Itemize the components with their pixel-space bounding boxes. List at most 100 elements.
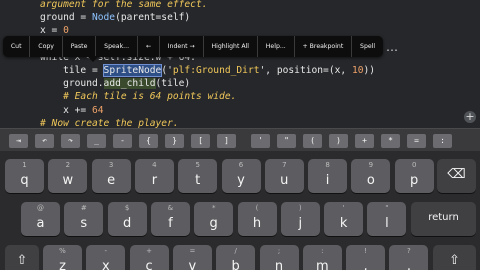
key-secondary-label: $: [124, 204, 130, 212]
menu-item-help[interactable]: Help...: [258, 36, 295, 57]
key-o[interactable]: 9o: [351, 159, 391, 193]
extra-key-colon[interactable]: :: [433, 134, 452, 148]
code-line[interactable]: # Now create the player.: [40, 117, 179, 128]
key-y[interactable]: 6y: [221, 159, 261, 193]
key-h[interactable]: (h: [237, 202, 277, 236]
menu-item-unindent[interactable]: ←: [138, 36, 160, 57]
code-token: add_child: [103, 78, 156, 90]
menu-item-speak[interactable]: Speak...: [96, 36, 138, 57]
key-primary-label: c: [145, 259, 153, 270]
key-j[interactable]: ) j: [280, 202, 320, 236]
key-q[interactable]: 1q: [5, 159, 44, 193]
extra-key-right-bracket[interactable]: ]: [217, 134, 236, 148]
extra-key-minus[interactable]: -: [113, 134, 132, 148]
backspace-key[interactable]: ⌫: [437, 159, 476, 193]
key-d[interactable]: $ d: [107, 202, 147, 236]
key-primary-label: x: [101, 259, 110, 270]
key-c[interactable]: + c: [129, 245, 169, 270]
key-r[interactable]: 4r: [134, 159, 174, 193]
code-token: argument for the same effect.: [40, 0, 208, 10]
key-k[interactable]: ' k: [324, 202, 364, 236]
key-t[interactable]: 5t: [178, 159, 218, 193]
code-line[interactable]: argument for the same effect.: [40, 0, 208, 12]
menu-item-highlight-all[interactable]: Highlight All: [204, 36, 258, 57]
code-line[interactable]: x += 64: [40, 104, 104, 118]
code-editor[interactable]: argument for the same effect. ground = No…: [0, 0, 480, 128]
menu-item-paste[interactable]: Paste: [63, 36, 97, 57]
code-token: ground.: [40, 78, 104, 90]
code-token: x +=: [40, 104, 92, 116]
key-secondary-label: /: [234, 247, 237, 255]
key-secondary-label: (: [255, 204, 259, 212]
key-l[interactable]: " l: [367, 202, 407, 236]
extra-key-plus[interactable]: +: [355, 134, 374, 148]
key-e[interactable]: 3e: [91, 159, 131, 193]
code-token: )): [363, 65, 376, 76]
key-f[interactable]: & f: [150, 202, 190, 236]
key-period[interactable]: ?.: [389, 245, 429, 270]
menu-item-copy[interactable]: Copy: [30, 36, 63, 57]
key-b[interactable]: / b: [216, 245, 256, 270]
code-line[interactable]: ground = Node(parent=self): [40, 11, 190, 25]
extra-key-redo[interactable]: ↷: [61, 134, 80, 148]
return-key[interactable]: return: [411, 202, 476, 236]
extra-key-undo[interactable]: ↶: [35, 134, 54, 148]
key-s[interactable]: # s: [64, 202, 104, 236]
key-g[interactable]: * g: [194, 202, 234, 236]
key-p[interactable]: 0p: [394, 159, 434, 193]
extra-key-left-bracket[interactable]: [: [191, 134, 210, 148]
key-m[interactable]: :m: [302, 245, 342, 270]
key-primary-label: h: [252, 216, 262, 231]
key-secondary-label: =: [189, 247, 196, 255]
key-primary-label: r: [151, 173, 158, 188]
key-w[interactable]: 2w: [48, 159, 88, 193]
key-secondary-label: !: [364, 247, 367, 255]
extra-key-asterisk[interactable]: *: [381, 134, 400, 148]
extra-key-tab[interactable]: ⇥: [9, 134, 28, 148]
menu-item-indent[interactable]: Indent →: [160, 36, 204, 57]
key-secondary-label: 2: [65, 161, 71, 169]
extra-key-underscore[interactable]: _: [87, 134, 106, 148]
key-a[interactable]: @ a: [21, 202, 60, 236]
code-token: SpriteNode: [102, 64, 163, 77]
key-secondary-label: 8: [325, 161, 330, 169]
extra-key-right-paren[interactable]: ): [329, 134, 348, 148]
add-icon[interactable]: +: [464, 111, 476, 123]
key-primary-label: j: [298, 216, 303, 231]
extra-key-left-brace[interactable]: {: [139, 134, 158, 148]
right-shift-key[interactable]: ⇧: [433, 245, 476, 270]
code-token: 64: [91, 104, 104, 116]
key-z[interactable]: % z: [43, 245, 82, 270]
extra-key-equals[interactable]: =: [407, 134, 426, 148]
key-secondary-label: #: [80, 204, 87, 212]
code-token: 0: [63, 25, 69, 37]
key-secondary-label: 5: [195, 161, 200, 169]
menu-item-spell[interactable]: Spell: [352, 36, 383, 57]
key-secondary-label: +: [146, 247, 153, 255]
code-line[interactable]: # Each tile is 64 points wide.: [40, 90, 236, 104]
extra-key-single-quote[interactable]: ': [251, 134, 270, 148]
key-comma[interactable]: !,: [346, 245, 386, 270]
extra-key-double-quote[interactable]: ": [277, 134, 296, 148]
key-primary-label: o: [366, 173, 375, 188]
key-primary-label: ,: [363, 259, 368, 270]
key-x[interactable]: -x: [86, 245, 126, 270]
key-primary-label: w: [62, 173, 74, 188]
context-menu-pointer: [87, 56, 99, 62]
left-shift-key[interactable]: ⇧: [5, 245, 39, 270]
menu-item-add-breakpoint[interactable]: + Breakpoint: [295, 36, 353, 57]
key-secondary-label: ;: [277, 247, 281, 255]
key-v[interactable]: = v: [172, 245, 212, 270]
key-n[interactable]: ; n: [259, 245, 299, 270]
code-token: tile =: [40, 65, 104, 76]
code-token: 10: [351, 65, 364, 76]
extra-key-right-brace[interactable]: }: [165, 134, 184, 148]
key-primary-label: m: [315, 259, 329, 270]
code-line[interactable]: ground.add_child(tile): [40, 77, 190, 91]
key-u[interactable]: 7u: [264, 159, 304, 193]
code-line[interactable]: tile = SpriteNode('plf:Ground_Dirt', pos…: [40, 64, 375, 78]
menu-item-cut[interactable]: Cut: [3, 36, 31, 57]
edit-context-menu: Cut Copy Paste Speak... ← Indent → Highlight A…: [3, 36, 383, 57]
key-i[interactable]: 8i: [308, 159, 348, 193]
extra-key-left-paren[interactable]: (: [303, 134, 322, 148]
